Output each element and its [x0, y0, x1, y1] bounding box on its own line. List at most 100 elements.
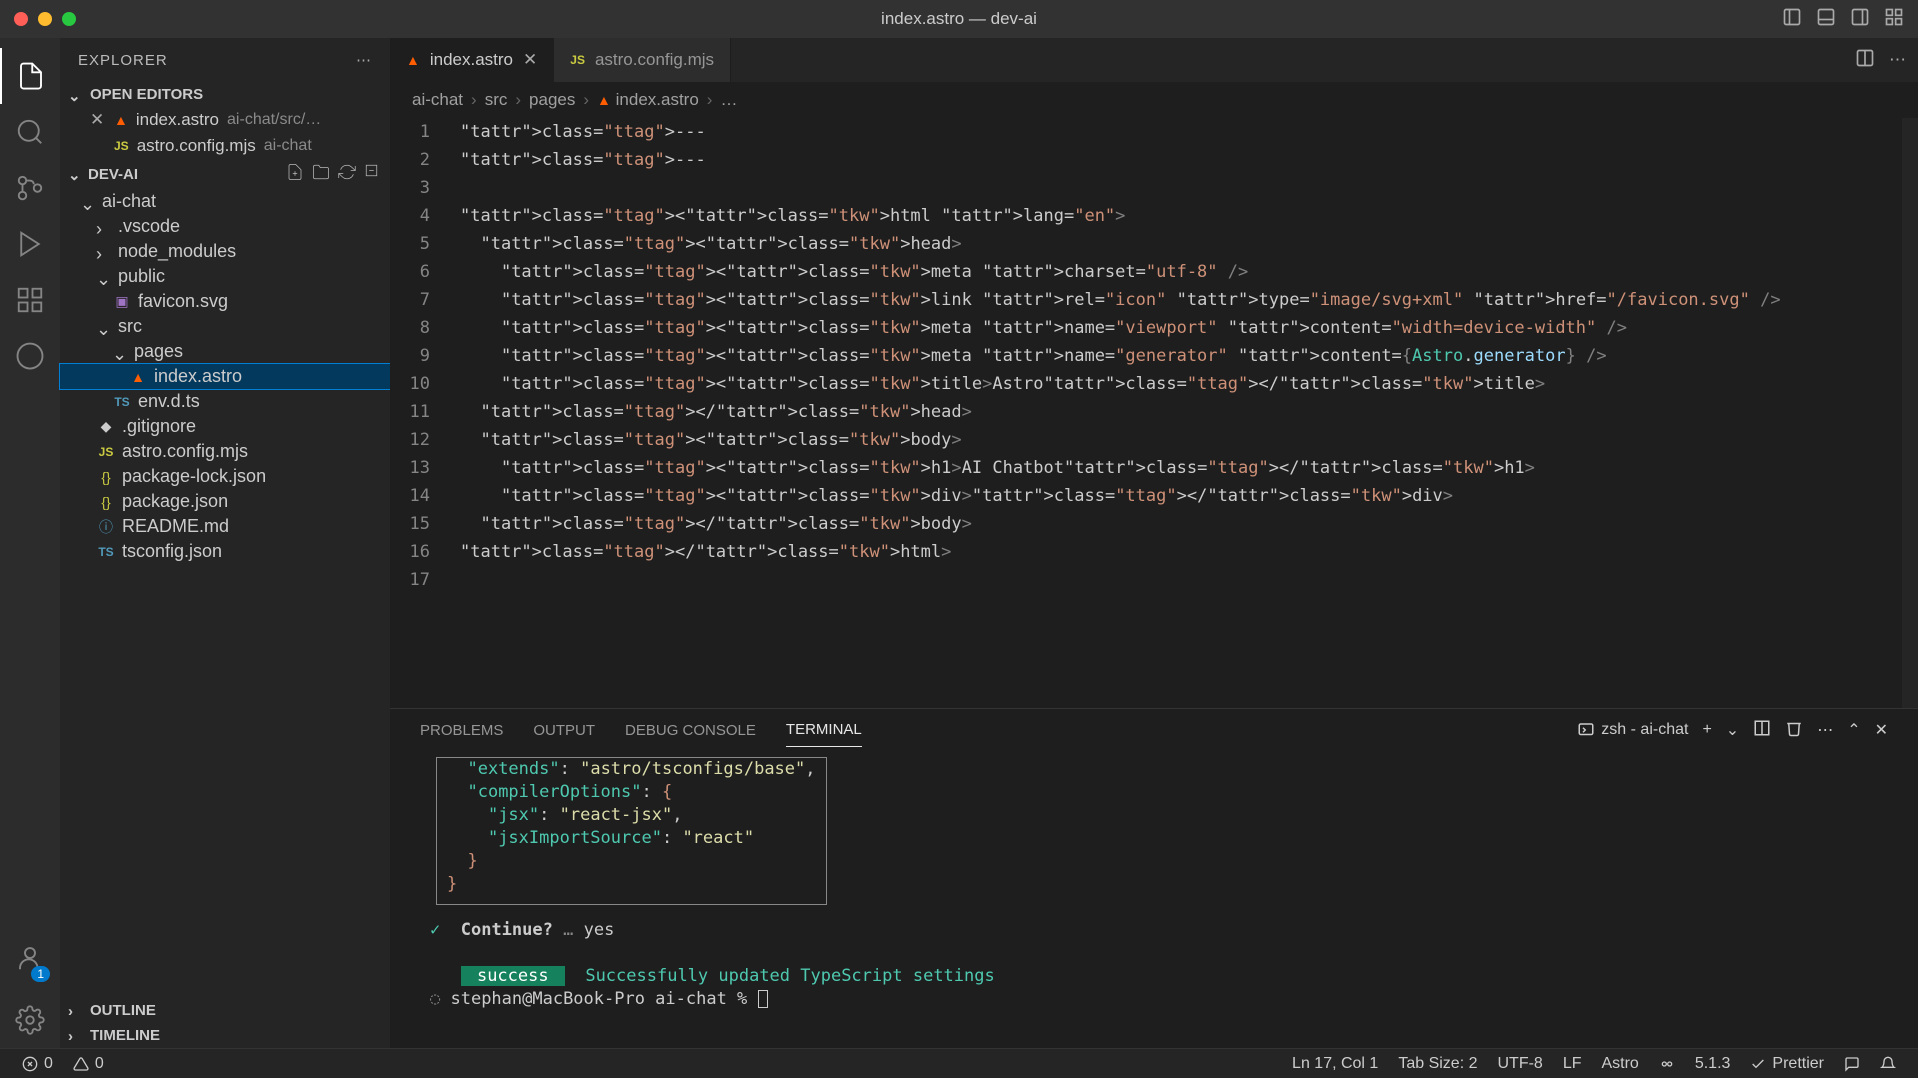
sidebar-title: EXPLORER	[78, 52, 168, 69]
kill-terminal-icon[interactable]	[1785, 719, 1803, 742]
tree-file[interactable]: {}package-lock.json	[60, 464, 390, 489]
file-icon: ⓘ	[96, 517, 116, 537]
status-version[interactable]: 5.1.3	[1685, 1055, 1741, 1073]
status-copilot-icon[interactable]	[1649, 1055, 1685, 1073]
tree-file[interactable]: JSastro.config.mjs	[60, 439, 390, 464]
run-debug-icon[interactable]	[0, 216, 60, 272]
panel-tab-problems[interactable]: PROBLEMS	[420, 714, 503, 747]
close-panel-icon[interactable]: ✕	[1875, 720, 1888, 740]
breadcrumb-item[interactable]: pages	[529, 90, 575, 110]
breadcrumb-item[interactable]: …	[720, 90, 737, 110]
tree-folder[interactable]: node_modules	[60, 239, 390, 264]
chevron-right-icon	[96, 244, 112, 260]
tree-folder[interactable]: src	[60, 314, 390, 339]
toggle-panel-icon[interactable]	[1816, 7, 1836, 32]
new-terminal-icon[interactable]: +	[1702, 721, 1711, 739]
accounts-badge: 1	[31, 966, 50, 982]
extensions-icon[interactable]	[0, 272, 60, 328]
sidebar-more-icon[interactable]: ⋯	[356, 51, 372, 69]
minimize-window[interactable]	[38, 12, 52, 26]
tree-file[interactable]: TStsconfig.json	[60, 539, 390, 564]
tree-file[interactable]: {}package.json	[60, 489, 390, 514]
file-icon: ▲	[128, 369, 148, 385]
split-editor-icon[interactable]	[1855, 48, 1875, 73]
terminal[interactable]: "extends": "astro/tsconfigs/base", "comp…	[390, 751, 1918, 1048]
close-editor-icon[interactable]: ✕	[90, 110, 106, 130]
outline-header[interactable]: OUTLINE	[60, 998, 390, 1023]
panel-tab-terminal[interactable]: TERMINAL	[786, 713, 862, 747]
explorer-icon[interactable]	[0, 48, 60, 104]
open-editor-item[interactable]: JS astro.config.mjs ai-chat	[60, 133, 390, 159]
tree-folder[interactable]: public	[60, 264, 390, 289]
titlebar: index.astro — dev-ai	[0, 0, 1918, 38]
chevron-down-icon	[96, 319, 112, 335]
status-tabsize[interactable]: Tab Size: 2	[1388, 1055, 1487, 1073]
panel-tab-output[interactable]: OUTPUT	[533, 714, 595, 747]
toggle-primary-sidebar-icon[interactable]	[1782, 7, 1802, 32]
file-icon: ◆	[96, 418, 116, 435]
split-terminal-icon[interactable]	[1753, 719, 1771, 742]
minimap[interactable]	[1902, 118, 1918, 708]
settings-gear-icon[interactable]	[0, 992, 60, 1048]
tree-folder[interactable]: pages	[60, 339, 390, 364]
tree-file[interactable]: ⓘREADME.md	[60, 514, 390, 539]
status-feedback-icon[interactable]	[1834, 1055, 1870, 1073]
file-icon: ▣	[112, 293, 132, 310]
tree-file[interactable]: ▣favicon.svg	[60, 289, 390, 314]
tab-more-icon[interactable]: ⋯	[1889, 50, 1906, 70]
status-errors[interactable]: 0	[12, 1055, 63, 1073]
tab-file-icon: JS	[570, 53, 585, 67]
new-folder-icon[interactable]	[312, 163, 330, 185]
breadcrumb[interactable]: ai-chat›src›pages›▲ index.astro›…	[390, 82, 1918, 118]
customize-layout-icon[interactable]	[1884, 7, 1904, 32]
editor-tab[interactable]: JSastro.config.mjs	[554, 38, 731, 82]
maximize-panel-icon[interactable]: ⌃	[1847, 720, 1860, 740]
close-window[interactable]	[14, 12, 28, 26]
open-editor-item[interactable]: ✕ ▲ index.astro ai-chat/src/…	[60, 107, 390, 133]
collapse-all-icon[interactable]	[364, 163, 382, 185]
close-tab-icon[interactable]: ✕	[523, 50, 537, 70]
window-controls	[14, 12, 76, 26]
sidebar: EXPLORER ⋯ OPEN EDITORS ✕ ▲ index.astro …	[60, 38, 390, 1048]
title-right-icons	[1782, 7, 1904, 32]
open-editors-header[interactable]: OPEN EDITORS	[60, 82, 390, 107]
status-bell-icon[interactable]	[1870, 1055, 1906, 1073]
editor-tabs: ▲index.astro✕JSastro.config.mjs ⋯	[390, 38, 1918, 82]
file-icon: TS	[96, 545, 116, 559]
terminal-profile[interactable]: zsh - ai-chat	[1577, 721, 1688, 739]
timeline-header[interactable]: TIMELINE	[60, 1023, 390, 1048]
maximize-window[interactable]	[62, 12, 76, 26]
project-header[interactable]: DEV-AI	[60, 159, 390, 189]
tree-file[interactable]: ▲index.astro	[60, 364, 390, 389]
terminal-dropdown-icon[interactable]: ⌄	[1726, 720, 1739, 740]
breadcrumb-item[interactable]: ▲ index.astro	[597, 90, 699, 110]
status-encoding[interactable]: UTF-8	[1487, 1055, 1552, 1073]
editor-tab[interactable]: ▲index.astro✕	[390, 38, 554, 82]
status-warnings[interactable]: 0	[63, 1055, 114, 1073]
search-icon[interactable]	[0, 104, 60, 160]
status-cursor[interactable]: Ln 17, Col 1	[1282, 1055, 1388, 1073]
status-prettier[interactable]: Prettier	[1740, 1055, 1834, 1073]
status-language[interactable]: Astro	[1591, 1055, 1648, 1073]
breadcrumb-item[interactable]: ai-chat	[412, 90, 463, 110]
file-icon: {}	[96, 494, 116, 510]
toggle-secondary-sidebar-icon[interactable]	[1850, 7, 1870, 32]
status-eol[interactable]: LF	[1553, 1055, 1592, 1073]
panel-more-icon[interactable]: ⋯	[1817, 720, 1833, 740]
file-icon: {}	[96, 469, 116, 485]
code-editor[interactable]: 1234567891011121314151617 "tattr">class=…	[390, 118, 1918, 708]
breadcrumb-item[interactable]: src	[485, 90, 508, 110]
tab-file-icon: ▲	[406, 52, 420, 68]
remote-icon[interactable]	[0, 328, 60, 384]
new-file-icon[interactable]	[286, 163, 304, 185]
tree-file[interactable]: TSenv.d.ts	[60, 389, 390, 414]
tree-folder[interactable]: .vscode	[60, 214, 390, 239]
source-control-icon[interactable]	[0, 160, 60, 216]
bottom-panel: PROBLEMS OUTPUT DEBUG CONSOLE TERMINAL zsh …	[390, 708, 1918, 1048]
chevron-right-icon	[96, 219, 112, 235]
panel-tab-debug-console[interactable]: DEBUG CONSOLE	[625, 714, 756, 747]
refresh-icon[interactable]	[338, 163, 356, 185]
tree-file[interactable]: ◆.gitignore	[60, 414, 390, 439]
accounts-icon[interactable]: 1	[0, 930, 60, 986]
tree-folder[interactable]: ai-chat	[60, 189, 390, 214]
